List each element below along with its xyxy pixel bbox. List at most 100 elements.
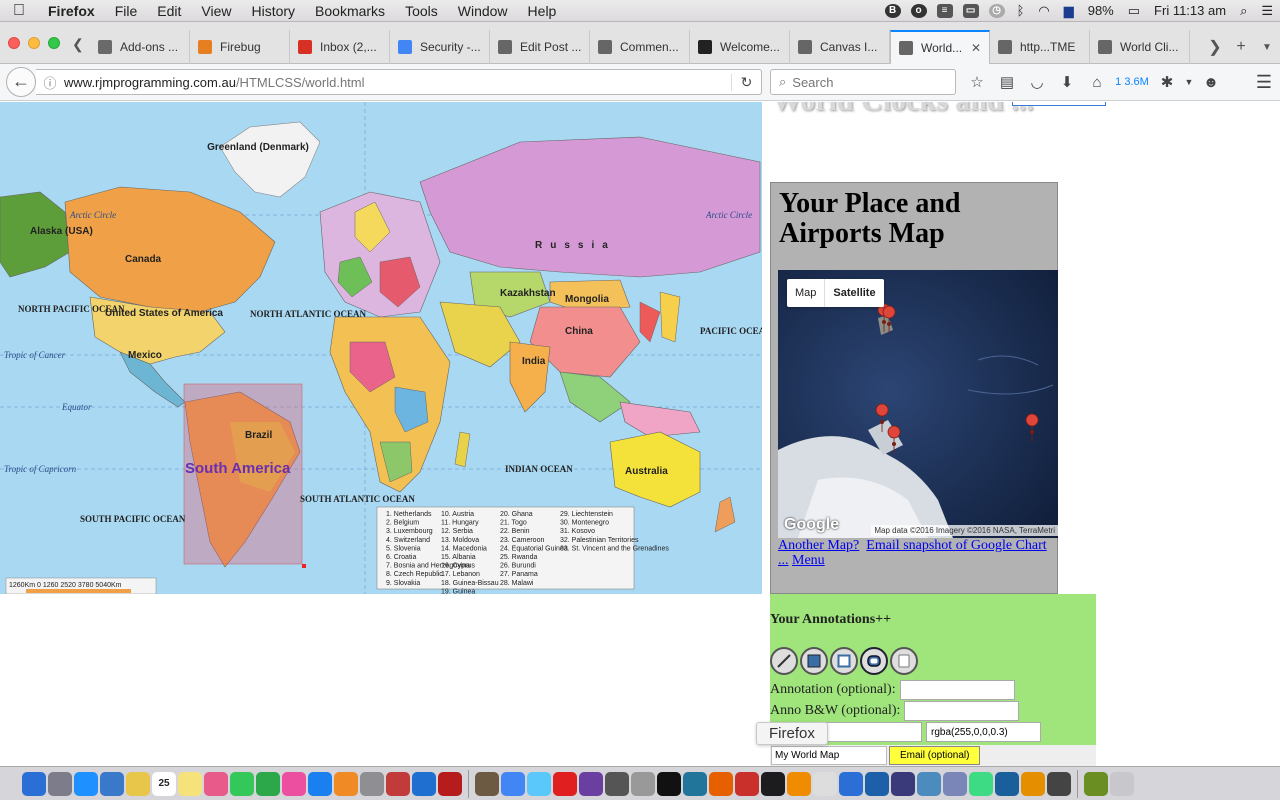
- annotation-input[interactable]: [899, 680, 1015, 700]
- dock-facetime-icon[interactable]: [256, 771, 280, 796]
- dock-notes-icon[interactable]: [126, 771, 150, 796]
- dock-messages-icon[interactable]: [230, 771, 254, 796]
- dock-safari-icon[interactable]: [74, 771, 98, 796]
- battery-percent[interactable]: 98%: [1081, 3, 1121, 18]
- tab-8[interactable]: World... ✕: [890, 30, 990, 64]
- map-type-satellite-button[interactable]: Satellite: [824, 279, 883, 307]
- site-info-icon[interactable]: ⓘ: [36, 73, 64, 92]
- url-bar[interactable]: ⓘ www.rjmprogramming.com.au/HTMLCSS/worl…: [36, 69, 762, 95]
- dock-gears-icon[interactable]: [605, 771, 629, 796]
- dock-textedit-icon[interactable]: [813, 771, 837, 796]
- dock-mail-badge-icon[interactable]: [100, 771, 124, 796]
- dock-caravan-icon[interactable]: [1047, 771, 1071, 796]
- hamburger-menu-icon[interactable]: ☰: [1256, 72, 1272, 93]
- tab-close-icon[interactable]: ✕: [971, 41, 981, 55]
- dock-finder-icon[interactable]: [22, 771, 46, 796]
- map-name-input[interactable]: [771, 746, 887, 765]
- firebug-dropdown-icon[interactable]: ▼: [1182, 77, 1196, 87]
- dock-gimp-icon[interactable]: [475, 771, 499, 796]
- dock-photos-icon[interactable]: [204, 771, 228, 796]
- ellipse-tool-button[interactable]: [860, 647, 888, 675]
- spotlight-icon[interactable]: ⌕: [1233, 3, 1254, 19]
- tab-0[interactable]: Add-ons ...: [90, 30, 190, 64]
- line-tool-button[interactable]: [770, 647, 798, 675]
- dock-chrome-icon[interactable]: [501, 771, 525, 796]
- menu-edit[interactable]: Edit: [147, 0, 191, 22]
- home-icon[interactable]: ⌂: [1082, 74, 1112, 91]
- dock-php-icon[interactable]: [943, 771, 967, 796]
- dock-appstore-icon[interactable]: [308, 771, 332, 796]
- email-button[interactable]: Email (optional): [889, 746, 981, 765]
- record-status-icon[interactable]: o: [910, 3, 927, 18]
- clock-select-cut-off[interactable]: [1012, 102, 1106, 106]
- menu-bookmarks[interactable]: Bookmarks: [305, 0, 395, 22]
- dock-mysql-icon[interactable]: [1021, 771, 1045, 796]
- bluetooth-icon[interactable]: ᛒ: [1010, 3, 1032, 18]
- dock-vlc-icon[interactable]: [787, 771, 811, 796]
- window-fullscreen-button[interactable]: [48, 37, 60, 49]
- download-size-label[interactable]: 1 3.6M: [1112, 76, 1152, 88]
- dock-virtualbox-icon[interactable]: [865, 771, 889, 796]
- tab-scroll-right-icon[interactable]: ❯: [1202, 37, 1228, 57]
- tab-list-dropdown-icon[interactable]: ▼: [1254, 42, 1280, 53]
- back-button[interactable]: ←: [6, 67, 36, 97]
- menu-history[interactable]: History: [241, 0, 305, 22]
- tab-10[interactable]: World Cli...: [1090, 30, 1190, 64]
- tab-4[interactable]: Edit Post ...: [490, 30, 590, 64]
- notification-center-icon[interactable]: ☰: [1254, 3, 1280, 19]
- clock[interactable]: Fri 11:13 am: [1147, 3, 1233, 18]
- google-satellite-map[interactable]: Map Satellite Google Map data ©2016 Imag…: [778, 270, 1058, 538]
- dock-photobooth-icon[interactable]: [386, 771, 410, 796]
- new-tab-icon[interactable]: +: [1228, 38, 1254, 56]
- script-status-icon[interactable]: ≡: [936, 3, 953, 18]
- menu-app-name[interactable]: Firefox: [38, 0, 105, 22]
- dock-keychain-icon[interactable]: [631, 771, 655, 796]
- dock-launchpad-icon[interactable]: [48, 771, 72, 796]
- tab-9[interactable]: http...TME: [990, 30, 1090, 64]
- menu-link[interactable]: Menu: [792, 553, 825, 568]
- dock-stickies-icon[interactable]: [178, 771, 202, 796]
- dock-filezilla-icon[interactable]: [438, 771, 462, 796]
- pocket-icon[interactable]: ◡: [1022, 73, 1052, 91]
- dock-trash-icon[interactable]: [1110, 771, 1134, 796]
- firebug-toolbar-icon[interactable]: ✱: [1152, 73, 1182, 91]
- menu-view[interactable]: View: [191, 0, 241, 22]
- dock-preview-icon[interactable]: [527, 771, 551, 796]
- bookmark-star-icon[interactable]: ☆: [962, 73, 992, 91]
- dock-finder2-icon[interactable]: [839, 771, 863, 796]
- world-political-map[interactable]: 1. Netherlands 2. Belgium 3. Luxembourg 4. …: [0, 102, 762, 594]
- airplay-icon[interactable]: ▭: [962, 3, 979, 18]
- downloads-icon[interactable]: ⬇: [1052, 73, 1082, 91]
- dock-opera-icon[interactable]: [553, 771, 577, 796]
- dock-android-icon[interactable]: [969, 771, 993, 796]
- battery-icon[interactable]: ▭: [1121, 3, 1147, 19]
- blank-tool-button[interactable]: [890, 647, 918, 675]
- tab-scroll-left-icon[interactable]: ❮: [72, 36, 84, 53]
- menu-window[interactable]: Window: [448, 0, 518, 22]
- dock-ibooks-icon[interactable]: [334, 771, 358, 796]
- dock-firefox-icon[interactable]: [709, 771, 733, 796]
- rect-tool-button[interactable]: [830, 647, 858, 675]
- time-machine-icon[interactable]: ◷: [988, 3, 1005, 18]
- window-close-button[interactable]: [8, 37, 20, 49]
- dock-quicktime-icon[interactable]: [761, 771, 785, 796]
- dock-xcode-icon[interactable]: [412, 771, 436, 796]
- menu-help[interactable]: Help: [518, 0, 567, 22]
- apple-menu-icon[interactable]: : [0, 2, 38, 20]
- dock-bbedit-icon[interactable]: [891, 771, 915, 796]
- dock-filezilla2-icon[interactable]: [735, 771, 759, 796]
- wifi-icon[interactable]: ◠: [1031, 3, 1056, 19]
- color-input[interactable]: [926, 722, 1041, 742]
- dock-calendar-icon[interactable]: 25: [152, 771, 176, 796]
- reload-icon[interactable]: ↻: [731, 73, 761, 91]
- search-bar[interactable]: ⌕: [770, 69, 956, 95]
- map-type-map-button[interactable]: Map: [787, 279, 824, 307]
- dock-preferences-icon[interactable]: [360, 771, 384, 796]
- menu-tools[interactable]: Tools: [395, 0, 448, 22]
- filled-rect-tool-button[interactable]: [800, 647, 828, 675]
- dock-mamp-icon[interactable]: [1084, 771, 1108, 796]
- tab-6[interactable]: Welcome...: [690, 30, 790, 64]
- bbedit-status-icon[interactable]: B: [884, 3, 901, 18]
- dock-imovie-icon[interactable]: [579, 771, 603, 796]
- bw-annotation-input[interactable]: [904, 701, 1020, 721]
